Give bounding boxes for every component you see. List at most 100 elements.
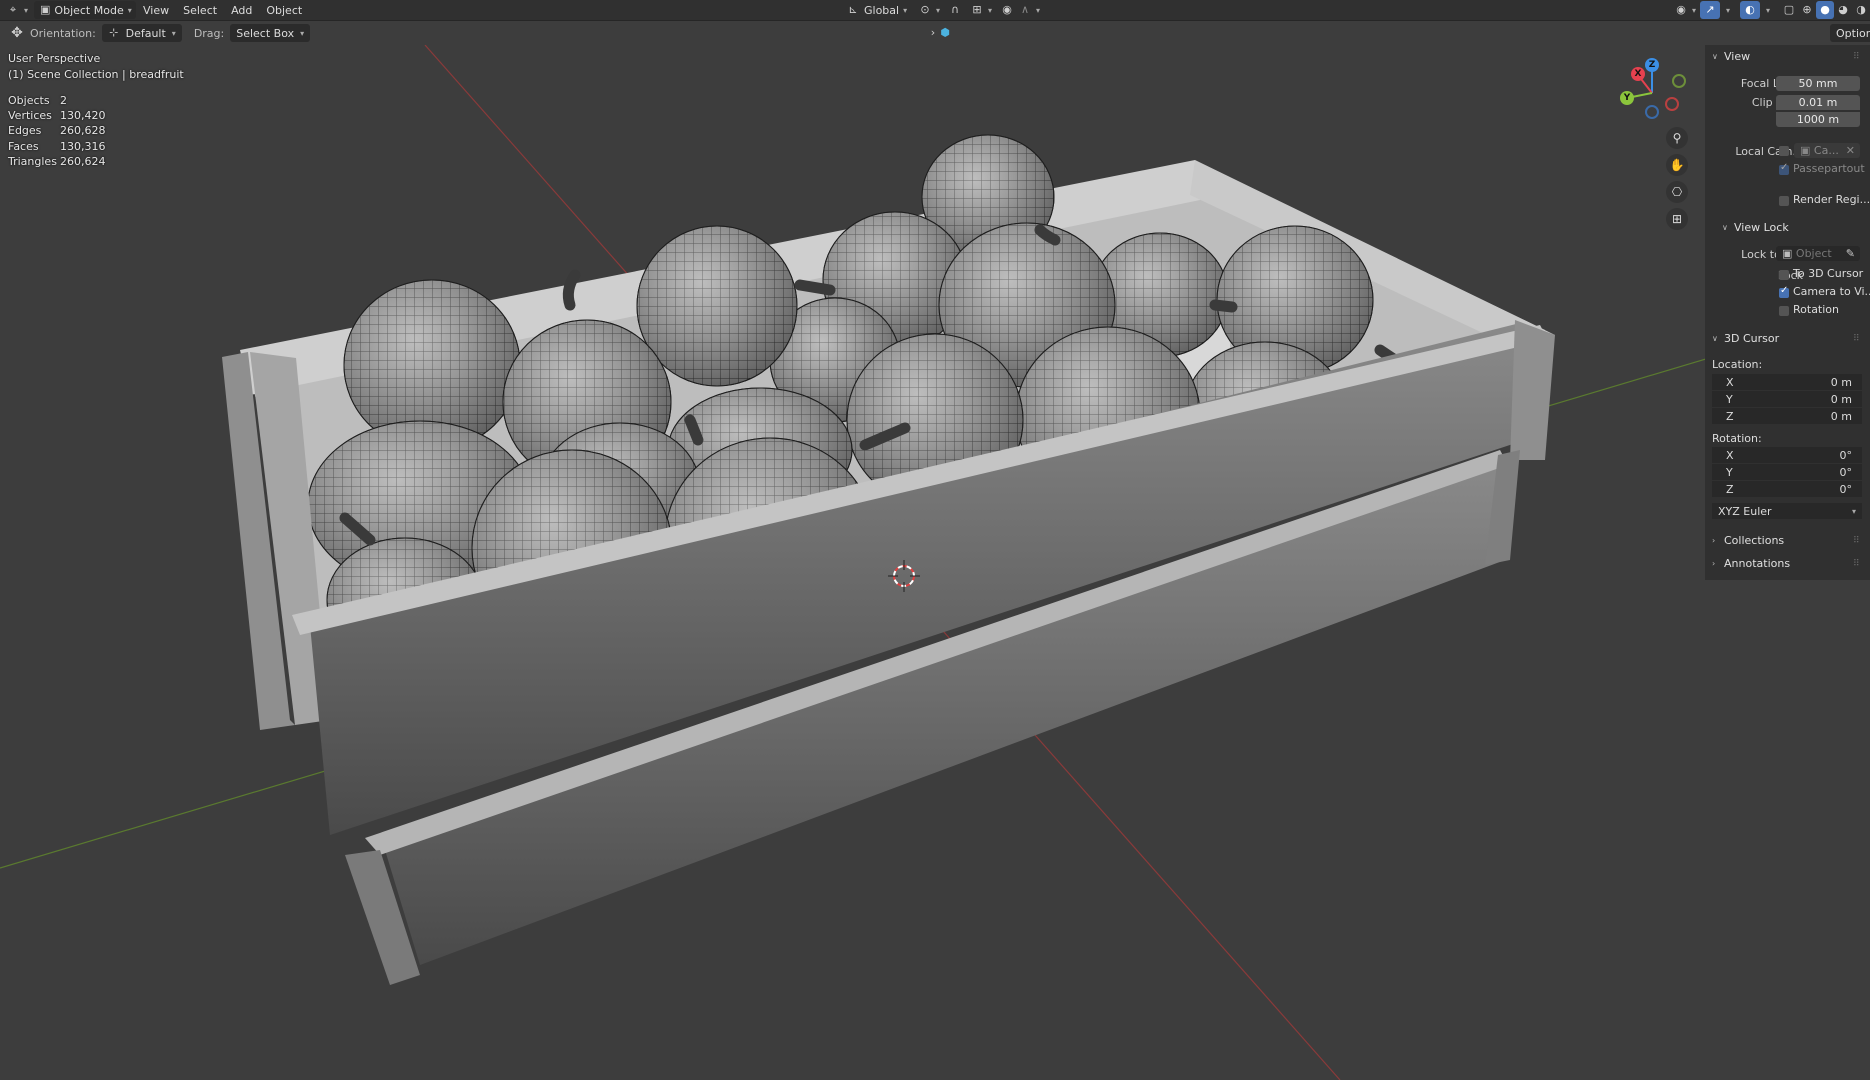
orientation-value: Default: [125, 26, 166, 40]
options-button[interactable]: Options: [1830, 24, 1870, 42]
view-lock-section-header[interactable]: ∨ View Lock: [1722, 221, 1789, 234]
cursor-rotation-y[interactable]: Y 0°: [1712, 464, 1862, 480]
camera-to-view-checkbox[interactable]: [1779, 285, 1789, 298]
gizmo-neg-x-axis[interactable]: [1665, 97, 1679, 111]
lock-to-3d-cursor-checkbox[interactable]: [1779, 270, 1789, 280]
cursor-location-y[interactable]: Y 0 m: [1712, 391, 1862, 407]
gizmo-y-axis[interactable]: Y: [1620, 91, 1634, 105]
menu-add[interactable]: Add: [224, 4, 259, 17]
chevron-down-icon: ∨: [1712, 334, 1718, 343]
cursor-rotation-z[interactable]: Z 0°: [1712, 481, 1862, 497]
gizmo-z-axis[interactable]: Z: [1645, 58, 1659, 72]
menu-select[interactable]: Select: [176, 4, 224, 17]
transform-orientation-dropdown[interactable]: ⊾ Global ▾: [840, 1, 913, 19]
chevron-right-icon: ›: [1712, 559, 1716, 568]
options-label: Options: [1836, 26, 1870, 40]
object-icon: ▣: [1782, 247, 1793, 260]
render-region-checkbox[interactable]: [1779, 196, 1789, 206]
lock-to-object-field[interactable]: ▣ Object ✎: [1776, 246, 1860, 261]
material-shading-button[interactable]: ◕: [1834, 1, 1852, 19]
gizmo-x-axis[interactable]: X: [1631, 67, 1645, 81]
camera-to-view-label: Camera to Vi...: [1793, 285, 1870, 298]
asset-shelf-icon[interactable]: ⬢: [938, 26, 952, 40]
clip-end-field[interactable]: 1000 m: [1776, 112, 1860, 127]
clip-start-field[interactable]: 0.01 m: [1776, 95, 1860, 110]
lock-to-object-placeholder: Object: [1795, 247, 1832, 260]
global-orientation-icon: ⊾: [848, 3, 858, 16]
drag-label: Drag:: [193, 26, 225, 40]
cursor-rotation-x[interactable]: X 0°: [1712, 447, 1862, 463]
stat-edges: Edges 260,628: [8, 124, 106, 137]
stat-value: 260,628: [60, 124, 106, 137]
chevron-down-icon: ▾: [1766, 5, 1771, 15]
pivot-point-dropdown[interactable]: ⊙ ▾: [912, 1, 946, 19]
wireframe-shading-button[interactable]: ⊕: [1798, 1, 1816, 19]
editor-type-button[interactable]: ⌖ ▾: [0, 1, 34, 19]
menu-view[interactable]: View: [136, 4, 176, 17]
transform-tool-icon[interactable]: ✥: [10, 26, 24, 40]
drag-grip-icon[interactable]: ⠿: [1853, 52, 1864, 62]
stat-vertices: Vertices 130,420: [8, 109, 106, 122]
axis-value: 0°: [1839, 448, 1853, 462]
chevron-down-icon: ▾: [171, 28, 176, 38]
snap-target-dropdown[interactable]: ⊞ ▾: [964, 1, 998, 19]
xray-toggle[interactable]: ▢: [1780, 1, 1798, 19]
pan-hand-icon[interactable]: ✋: [1666, 154, 1688, 176]
stat-faces: Faces 130,316: [8, 140, 106, 153]
axis-value: 0 m: [1830, 392, 1852, 406]
top-header: ⌖ ▾ ▣ Object Mode ▾ View Select Add Objec…: [0, 0, 1870, 21]
focal-length-field[interactable]: 50 mm: [1776, 76, 1860, 91]
falloff-dropdown[interactable]: ∧ ▾: [1012, 1, 1046, 19]
navigation-gizmo[interactable]: Z X Y: [1612, 55, 1692, 127]
3d-cursor-section-header[interactable]: ∨ 3D Cursor: [1712, 332, 1779, 345]
passepartout-label: Passepartout: [1793, 162, 1865, 175]
overlays-toggle[interactable]: ◐: [1740, 1, 1760, 19]
chevron-down-icon: ▾: [1726, 5, 1731, 15]
annotations-section-header[interactable]: › Annotations: [1712, 557, 1790, 570]
gizmo-dropdown[interactable]: ▾: [1720, 1, 1736, 19]
collections-section-header[interactable]: › Collections: [1712, 534, 1784, 547]
zoom-icon[interactable]: ⚲: [1666, 127, 1688, 149]
chevron-down-icon: ▾: [988, 5, 993, 15]
perspective-toggle-icon[interactable]: ⊞: [1666, 208, 1688, 230]
orientation-dropdown[interactable]: ⊹ Default ▾: [101, 24, 182, 42]
cursor-location-x[interactable]: X 0 m: [1712, 374, 1862, 390]
chevron-down-icon: ▾: [300, 28, 305, 38]
active-collection-label: (1) Scene Collection | breadfruit: [8, 68, 184, 81]
clear-icon[interactable]: ✕: [1846, 143, 1855, 158]
local-camera-checkbox[interactable]: [1779, 146, 1789, 156]
passepartout-checkbox[interactable]: [1779, 162, 1789, 175]
axis-label: Y: [1726, 392, 1733, 406]
view-perspective-label: User Perspective: [8, 52, 101, 65]
cursor-location-z[interactable]: Z 0 m: [1712, 408, 1862, 424]
transform-orientation-label: Global: [864, 3, 900, 17]
rendered-shading-button[interactable]: ◑: [1852, 1, 1870, 19]
local-camera-field[interactable]: ▣ Ca... ✕: [1794, 143, 1860, 158]
camera-view-icon[interactable]: ⎔: [1666, 181, 1688, 203]
stat-label: Edges: [8, 124, 42, 137]
gizmo-neg-z-axis[interactable]: [1645, 105, 1659, 119]
solid-shading-button[interactable]: ●: [1816, 1, 1834, 19]
stat-value: 130,316: [60, 140, 106, 153]
drag-grip-icon[interactable]: ⠿: [1853, 536, 1864, 546]
drag-dropdown[interactable]: Select Box ▾: [230, 24, 311, 42]
default-orientation-icon: ⊹: [109, 26, 119, 39]
gizmo-toggle[interactable]: ↗: [1700, 1, 1720, 19]
view-section-header[interactable]: ∨ View: [1712, 50, 1750, 63]
menu-object[interactable]: Object: [259, 4, 309, 17]
axis-label: X: [1726, 375, 1734, 389]
chevron-down-icon: ▾: [1692, 5, 1697, 15]
overlays-dropdown[interactable]: ▾: [1760, 1, 1776, 19]
rotation-mode-dropdown[interactable]: XYZ Euler ▾: [1712, 503, 1862, 519]
mode-dropdown[interactable]: ▣ Object Mode ▾: [34, 1, 137, 19]
viewport-scene[interactable]: [0, 45, 1870, 1080]
drag-grip-icon[interactable]: ⠿: [1853, 559, 1864, 569]
lock-rotation-checkbox[interactable]: [1779, 306, 1789, 316]
eyedropper-icon[interactable]: ✎: [1846, 246, 1855, 261]
drag-value: Select Box: [236, 26, 295, 40]
rotation-mode-value: XYZ Euler: [1718, 504, 1772, 518]
object-visibility-dropdown[interactable]: ◉ ▾: [1668, 1, 1702, 19]
axis-label: Z: [1726, 409, 1734, 423]
drag-grip-icon[interactable]: ⠿: [1853, 334, 1864, 344]
gizmo-neg-y-axis[interactable]: [1672, 74, 1686, 88]
